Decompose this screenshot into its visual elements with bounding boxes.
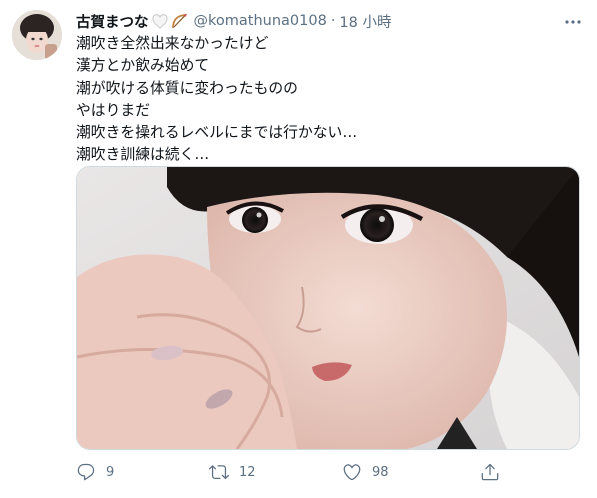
share-button[interactable]	[480, 460, 500, 484]
user-handle[interactable]: @komathuna0108	[194, 13, 327, 29]
tweet-text-line: 漢方とか飲み始めて	[76, 57, 210, 75]
reply-button[interactable]: 9	[76, 460, 114, 484]
tweet-actions: 9 12 98	[76, 460, 516, 484]
white-heart-emoji-icon	[151, 13, 168, 29]
tweet: 古賀まつな @komathuna0108 · 18 小時 潮吹き全然出来なかった…	[0, 0, 597, 498]
bow-and-arrow-emoji-icon	[171, 13, 188, 29]
retweet-count: 12	[239, 464, 256, 480]
tweet-text-line: 潮吹き訓練は続く…	[76, 146, 210, 164]
tweet-header: 古賀まつな @komathuna0108 · 18 小時	[76, 11, 391, 31]
heart-icon	[342, 462, 362, 482]
tweet-text-line: 潮が吹ける体質に変わったものの	[76, 79, 298, 97]
tweet-media-photo[interactable]	[76, 166, 580, 450]
reply-count: 9	[106, 464, 115, 480]
timestamp[interactable]: 18 小時	[339, 11, 391, 32]
tweet-text-line: やはりまだ	[76, 101, 150, 119]
tweet-text-line: 潮吹きを操れるレベルにまでは行かない…	[76, 124, 358, 142]
tweet-text: 潮吹き全然出来なかったけど 漢方とか飲み始めて 潮が吹ける体質に変わったものの …	[76, 33, 357, 167]
avatar[interactable]	[12, 10, 62, 60]
separator-dot: ·	[330, 13, 336, 29]
retweet-icon	[209, 462, 229, 482]
like-button[interactable]: 98	[342, 460, 389, 484]
tweet-text-line: 潮吹き全然出来なかったけど	[76, 35, 269, 52]
like-count: 98	[372, 464, 389, 480]
retweet-button[interactable]: 12	[209, 460, 256, 484]
share-icon	[480, 462, 500, 482]
more-horizontal-icon[interactable]	[563, 12, 583, 32]
display-name[interactable]: 古賀まつな	[76, 11, 149, 32]
reply-icon	[76, 462, 96, 482]
